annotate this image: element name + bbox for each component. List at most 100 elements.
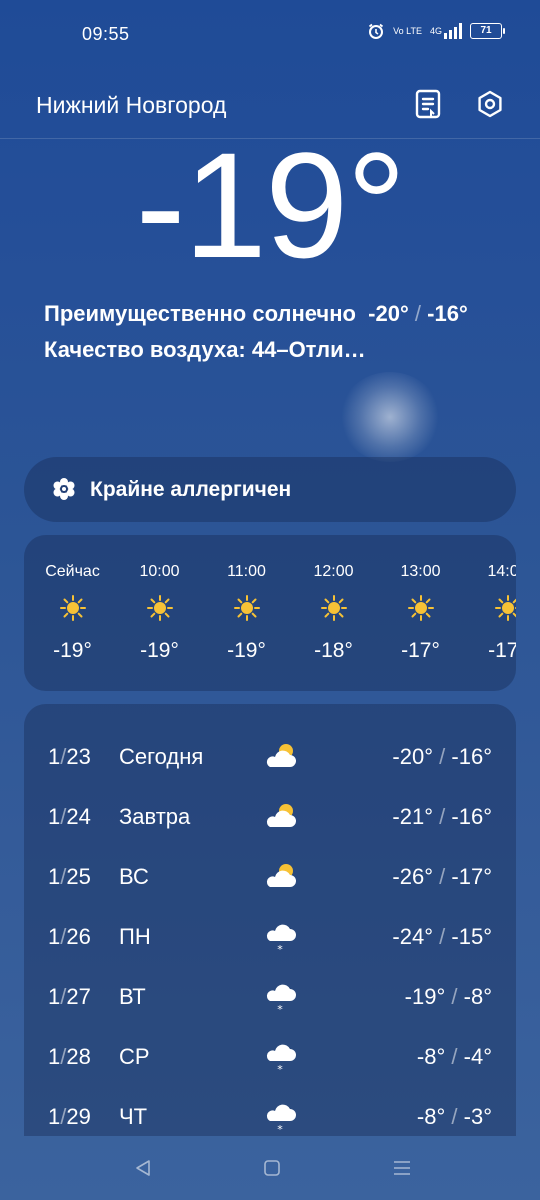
- temp-slash: /: [439, 864, 446, 889]
- back-icon[interactable]: [128, 1154, 158, 1182]
- daily-row[interactable]: 1/24 Завтра -21° / -16°: [24, 790, 516, 850]
- alarm-icon: [367, 22, 385, 40]
- weather-summary[interactable]: Преимущественно солнечно -20° / -16° Кач…: [44, 296, 504, 368]
- home-icon[interactable]: [257, 1154, 287, 1182]
- day-date: 1/23: [48, 744, 91, 770]
- hour-label: 10:00: [139, 563, 180, 580]
- daily-row[interactable]: 1/23 Сегодня -20° / -16°: [24, 730, 516, 790]
- navigation-bar: [0, 1136, 540, 1200]
- day-name: ЧТ: [119, 1104, 148, 1129]
- sun-glow: [340, 372, 440, 462]
- day-high: -8°: [463, 984, 492, 1009]
- hour-label: 12:00: [313, 563, 354, 580]
- svg-text:*: *: [277, 1003, 283, 1014]
- day-date: 1/24: [48, 804, 91, 830]
- date-month: 1: [48, 984, 61, 1009]
- date-day: 23: [66, 744, 91, 769]
- partly-cloudy-icon: [264, 740, 298, 774]
- date-month: 1: [48, 744, 61, 769]
- day-high: -16°: [451, 744, 492, 769]
- day-name: Завтра: [119, 804, 191, 829]
- day-high: -15°: [451, 924, 492, 949]
- sun-icon: [495, 595, 516, 621]
- hour-label: 13:00: [400, 563, 441, 580]
- volte-icon: Vo LTE: [393, 25, 422, 36]
- svg-text:*: *: [277, 943, 283, 954]
- manage-cities-icon[interactable]: [410, 86, 446, 122]
- day-low: -21°: [392, 804, 434, 829]
- hourly-item: 11:00 -19°: [203, 535, 290, 691]
- partly-cloudy-icon: [264, 800, 298, 834]
- temp-slash: /: [439, 744, 446, 769]
- day-temperature: -24° / -15°: [392, 924, 492, 950]
- hourly-item: 10:00 -19°: [116, 535, 203, 691]
- svg-text:*: *: [277, 1063, 283, 1074]
- hour-temperature: -17°: [488, 639, 516, 662]
- day-temperature: -8° / -3°: [417, 1104, 492, 1130]
- date-month: 1: [48, 864, 61, 889]
- partly-cloudy-icon: [264, 860, 298, 894]
- today-low: -20°: [368, 301, 409, 326]
- day-name: Сегодня: [119, 744, 204, 769]
- day-date: 1/26: [48, 924, 91, 950]
- day-high: -3°: [463, 1104, 492, 1129]
- daily-row[interactable]: 1/26 ПН * -24° / -15°: [24, 910, 516, 970]
- recents-icon[interactable]: [387, 1154, 417, 1182]
- snow-icon: *: [264, 920, 298, 956]
- hourly-item: Сейчас -19°: [29, 535, 116, 691]
- air-quality: Качество воздуха: 44–Отли…: [44, 337, 366, 362]
- hourly-item: 13:00 -17°: [377, 535, 464, 691]
- settings-gear-icon[interactable]: [472, 86, 508, 122]
- hour-label: 11:00: [227, 563, 266, 580]
- day-low: -20°: [392, 744, 434, 769]
- allergy-card[interactable]: Крайне аллергичен: [24, 457, 516, 522]
- allergy-label: Крайне аллергичен: [90, 478, 292, 501]
- temp-slash: /: [451, 984, 458, 1009]
- date-day: 27: [66, 984, 91, 1009]
- hour-label: Сейчас: [45, 563, 100, 580]
- day-low: -8°: [416, 1104, 446, 1129]
- date-month: 1: [48, 1044, 61, 1069]
- temp-slash: /: [414, 301, 422, 326]
- day-name: ВТ: [119, 984, 146, 1009]
- sun-icon: [321, 595, 347, 621]
- condition-text: Преимущественно солнечно: [44, 301, 356, 326]
- day-low: -19°: [404, 984, 446, 1009]
- svg-text:*: *: [277, 1123, 283, 1134]
- date-day: 29: [66, 1104, 91, 1129]
- hourly-item: 14:00 -17°: [464, 535, 516, 691]
- day-high: -4°: [463, 1044, 492, 1069]
- day-temperature: -26° / -17°: [392, 864, 492, 890]
- hourly-forecast[interactable]: Сейчас -19° 10:00 -19° 11:00 -19° 12:00 …: [24, 535, 516, 691]
- temp-slash: /: [451, 1104, 458, 1129]
- temp-slash: /: [439, 804, 446, 829]
- current-temperature: -19°: [135, 121, 407, 289]
- snow-icon: *: [264, 1100, 298, 1136]
- daily-row[interactable]: 1/27 ВТ * -19° / -8°: [24, 970, 516, 1030]
- day-name: ВС: [119, 864, 149, 889]
- flower-icon: [52, 477, 76, 501]
- day-low: -24°: [392, 924, 434, 949]
- daily-row[interactable]: 1/28 СР * -8° / -4°: [24, 1030, 516, 1090]
- day-date: 1/25: [48, 864, 91, 890]
- date-month: 1: [48, 804, 61, 829]
- sun-icon: [147, 595, 173, 621]
- temp-slash: /: [439, 924, 446, 949]
- date-day: 28: [66, 1044, 91, 1069]
- day-low: -8°: [416, 1044, 446, 1069]
- day-temperature: -8° / -4°: [417, 1044, 492, 1070]
- daily-row[interactable]: 1/25 ВС -26° / -17°: [24, 850, 516, 910]
- city-name[interactable]: Нижний Новгород: [36, 92, 226, 119]
- sun-icon: [234, 595, 260, 621]
- date-month: 1: [48, 924, 61, 949]
- snow-icon: *: [264, 1040, 298, 1076]
- sun-icon: [60, 595, 86, 621]
- day-name: ПН: [119, 924, 151, 949]
- day-date: 1/27: [48, 984, 91, 1010]
- date-day: 26: [66, 924, 91, 949]
- status-time: 09:55: [82, 24, 130, 44]
- day-high: -16°: [451, 804, 492, 829]
- daily-forecast[interactable]: 1/23 Сегодня -20° / -16° 1/24 Завтра -21…: [24, 704, 516, 1136]
- daily-row[interactable]: 1/29 ЧТ * -8° / -3°: [24, 1090, 516, 1136]
- status-bar: 09:55 Vo LTE 4G 71: [0, 0, 540, 68]
